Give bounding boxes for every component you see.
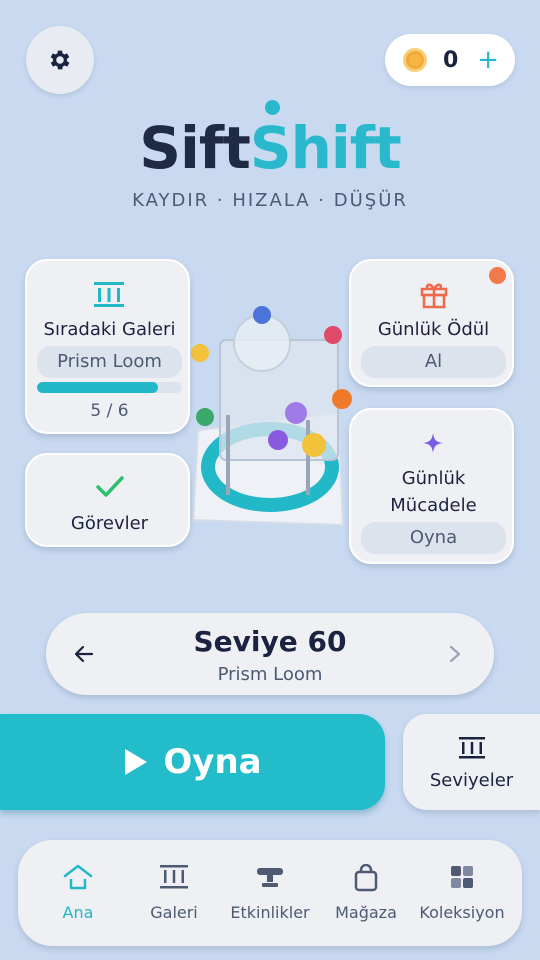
daily-challenge-title-line2: Mücadele (390, 495, 477, 516)
gallery-progress-fill (37, 382, 158, 393)
nav-label-home: Ana (62, 903, 94, 922)
tasks-card[interactable]: Görevler (25, 453, 190, 547)
nav-item-collection[interactable]: Koleksiyon (416, 840, 508, 946)
puzzle-illustration (191, 306, 352, 527)
play-icon (125, 749, 148, 775)
tasks-title: Görevler (70, 513, 149, 534)
level-title: Seviye 60 (193, 625, 347, 658)
level-subtitle: Prism Loom (217, 664, 323, 685)
notification-dot (489, 267, 506, 284)
coin-balance[interactable]: 0 + (385, 34, 515, 86)
app-logo: SiftShift (0, 96, 540, 186)
gallery-icon (160, 865, 188, 889)
trophy-icon (257, 868, 283, 887)
next-gallery-title: Sıradaki Galeri (43, 319, 176, 340)
nav-item-home[interactable]: Ana (38, 840, 118, 946)
logo-part-sift: Sift (139, 114, 251, 182)
play-label: Oyna (163, 742, 262, 782)
bottom-nav: Ana Galeri Etkinlikler Mağaza Koleksiyon (18, 840, 522, 946)
nav-label-events: Etkinlikler (230, 903, 310, 922)
collection-icon (451, 866, 473, 888)
nav-item-events[interactable]: Etkinlikler (220, 840, 320, 946)
gallery-icon (94, 282, 124, 307)
daily-challenge-play-button[interactable]: Oyna (361, 522, 506, 554)
coin-count: 0 (443, 47, 459, 73)
next-gallery-card[interactable]: Sıradaki Galeri Prism Loom 5 / 6 (25, 259, 190, 434)
daily-challenge-title-line1: Günlük (401, 468, 466, 489)
bag-icon (354, 864, 378, 892)
levels-button[interactable]: Seviyeler (403, 714, 540, 810)
gift-icon (420, 283, 448, 309)
nav-item-store[interactable]: Mağaza (324, 840, 408, 946)
play-button[interactable]: Oyna (0, 714, 385, 810)
sparkle-icon (423, 433, 443, 453)
logo-dot (265, 100, 280, 115)
daily-challenge-card[interactable]: Günlük Mücadele Oyna (349, 408, 514, 564)
nav-label-gallery: Galeri (150, 903, 198, 922)
settings-button[interactable] (26, 26, 94, 94)
tagline: KAYDIR · HIZALA · DÜŞÜR (132, 190, 408, 211)
nav-label-store: Mağaza (335, 903, 397, 922)
home-icon (63, 864, 93, 890)
coin-icon (403, 48, 427, 72)
gallery-progress-bar (37, 382, 182, 393)
logo-part-shift: Shift (249, 114, 402, 182)
claim-reward-button[interactable]: Al (361, 346, 506, 378)
levels-label: Seviyeler (429, 770, 514, 791)
levels-icon (459, 737, 485, 759)
checkmark-icon (96, 476, 124, 497)
nav-item-gallery[interactable]: Galeri (134, 840, 214, 946)
daily-reward-title: Günlük Ödül (377, 319, 490, 340)
gallery-progress-text: 5 / 6 (90, 401, 129, 421)
gear-icon (50, 50, 70, 70)
nav-label-collection: Koleksiyon (419, 903, 505, 922)
chevron-right-icon[interactable] (448, 645, 462, 663)
level-selector: Seviye 60 Prism Loom (46, 613, 494, 695)
add-coins-button[interactable]: + (477, 47, 499, 73)
next-gallery-name: Prism Loom (37, 346, 182, 378)
